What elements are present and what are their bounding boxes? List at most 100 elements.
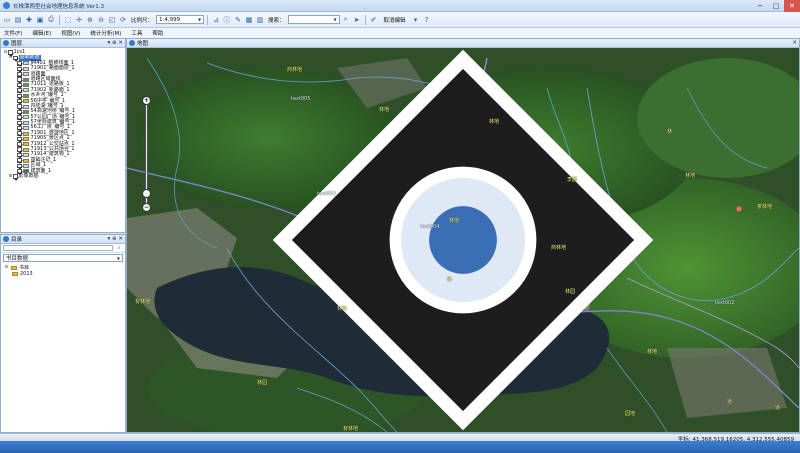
layer-icon[interactable]: ▦ (244, 15, 254, 25)
layer-checkbox[interactable] (17, 163, 22, 169)
save-icon[interactable]: ▣ (35, 15, 45, 25)
layer-checkbox[interactable] (17, 142, 22, 147)
pan-icon[interactable]: ✛ (74, 15, 84, 25)
zoom-in-button[interactable]: + (142, 96, 151, 105)
catalog-panel-header: 目录 ▾ ⊕ ✕ (1, 235, 125, 244)
layer-symbol-icon (22, 77, 29, 82)
menu-tools[interactable]: 工具 (131, 29, 142, 37)
draw-icon[interactable]: ✎ (233, 15, 243, 25)
new-file-icon[interactable]: ▭ (2, 15, 12, 25)
layer-checkbox[interactable] (17, 131, 22, 136)
layers-panel-header: 图层 ▾ ⊕ ✕ (1, 39, 125, 48)
layer-checkbox[interactable] (17, 147, 22, 152)
layer-checkbox[interactable] (17, 115, 22, 120)
catalog-combo[interactable]: 书目数据 ▼ (3, 254, 123, 262)
layer-symbol-icon (22, 131, 29, 136)
map-label: 林地 (489, 119, 500, 125)
layer-checkbox[interactable] (17, 158, 22, 163)
layer-checkbox[interactable] (13, 55, 18, 61)
layer-checkbox[interactable] (17, 98, 22, 104)
print-icon[interactable]: ⎙ (46, 15, 56, 25)
help-icon[interactable]: ? (422, 15, 432, 25)
binoculars-icon[interactable]: ⌕ (341, 15, 351, 25)
app-icon (3, 2, 10, 9)
map-label: 林地 (379, 107, 390, 113)
layer-checkbox[interactable] (17, 109, 22, 115)
map-label: 有林地 (343, 426, 359, 432)
layer-checkbox[interactable] (17, 72, 22, 77)
pan-navigation-control[interactable] (127, 48, 799, 432)
measure-icon[interactable]: ⊿ (211, 15, 221, 25)
map-label: 茶林地 (757, 204, 773, 210)
layer-checkbox[interactable] (17, 66, 22, 72)
identify-icon[interactable]: ⓘ (222, 15, 232, 25)
catalog-search-input[interactable] (3, 245, 113, 251)
edit-icon[interactable]: ✐ (369, 15, 379, 25)
collapse-icon[interactable]: ⊟ (4, 265, 9, 271)
panel-controls[interactable]: ▾ ⊕ ✕ (108, 40, 123, 46)
search-icon[interactable]: ⌕ (115, 245, 123, 252)
catalog-child[interactable]: 2013 (4, 271, 122, 277)
layer-checkbox[interactable] (8, 50, 13, 55)
zoom-slider-handle[interactable] (142, 189, 151, 198)
layer-symbol-icon (22, 61, 29, 66)
layer-checkbox[interactable] (17, 120, 22, 126)
scale-label: 比例尺： (131, 17, 154, 24)
minimize-button[interactable]: ─ (752, 0, 768, 12)
layer-checkbox[interactable] (17, 152, 22, 158)
window-title: 长株潭两型社会地理信息系统 Ver1.3 (13, 3, 104, 10)
toolbar-separator (207, 14, 209, 25)
map-canvas[interactable]: + − 商林地 text005 text001 林地 李园 林地 text004… (127, 48, 799, 432)
map-label: 林 (667, 129, 673, 135)
layer-checkbox[interactable] (17, 104, 22, 109)
map-close-button[interactable]: ✕ (792, 40, 797, 46)
chevron-down-icon: ▼ (116, 255, 120, 261)
add-data-icon[interactable]: ✚ (24, 15, 34, 25)
table-icon[interactable]: ▥ (255, 15, 265, 25)
menu-view[interactable]: 视图(V) (61, 29, 80, 37)
zoom-in-icon[interactable]: ⊕ (85, 15, 95, 25)
menu-statistics[interactable]: 统计分析(M) (90, 29, 121, 37)
maximize-button[interactable]: □ (768, 0, 784, 12)
layer-checkbox[interactable] (17, 169, 22, 174)
toolbar-separator (59, 14, 60, 25)
taskbar (0, 441, 800, 453)
panel-controls[interactable]: ▾ ⊕ ✕ (108, 236, 123, 242)
menu-edit[interactable]: 编辑(E) (32, 29, 51, 37)
map-label: text005 (291, 96, 311, 102)
search-combo[interactable]: ▼ (287, 15, 340, 24)
layer-checkbox[interactable] (17, 77, 22, 82)
dropdown-arrow-icon[interactable]: ▾ (411, 15, 421, 25)
cancel-edit-button[interactable]: 取消编辑 (380, 15, 410, 25)
layer-symbol-icon (22, 142, 29, 147)
close-button[interactable]: ✕ (784, 0, 800, 12)
layer-checkbox[interactable] (17, 125, 22, 131)
menu-file[interactable]: 文件(F) (4, 29, 22, 37)
layer-symbol-icon (22, 120, 29, 125)
catalog-panel-title: 目录 (11, 237, 23, 243)
open-folder-icon[interactable]: ▤ (13, 15, 23, 25)
layer-checkbox[interactable] (17, 136, 22, 142)
map-label: 林地 (647, 349, 658, 355)
layer-checkbox[interactable] (17, 61, 22, 66)
menu-help[interactable]: 帮助 (152, 29, 163, 37)
select-icon[interactable]: ⬚ (63, 15, 73, 25)
tree-group-imagery[interactable]: ⊞ 影像数据 (3, 173, 123, 179)
layer-symbol-icon (22, 136, 29, 141)
zoom-out-button[interactable]: − (142, 203, 151, 212)
goto-icon[interactable]: ➤ (352, 15, 362, 25)
scale-combo[interactable]: 1:4,999 ▼ (156, 15, 205, 24)
full-extent-icon[interactable]: ◰ (107, 15, 117, 25)
layer-symbol-icon (22, 88, 29, 93)
zoom-out-icon[interactable]: ⊖ (96, 15, 106, 25)
layer-checkbox[interactable] (13, 174, 18, 179)
layer-symbol-icon (22, 93, 29, 98)
map-label: text002 (715, 300, 735, 306)
layer-symbol-icon (22, 99, 29, 104)
layer-checkbox[interactable] (17, 93, 22, 99)
layer-symbol-icon (22, 147, 29, 152)
layer-checkbox[interactable] (17, 82, 22, 88)
refresh-icon[interactable]: ⟳ (118, 15, 128, 25)
layer-checkbox[interactable] (17, 88, 22, 93)
main-toolbar: ▭ ▤ ✚ ▣ ⎙ ⬚ ✛ ⊕ ⊖ ◰ ⟳ 比例尺： 1:4,999 ▼ ⊿ ⓘ… (0, 12, 800, 28)
